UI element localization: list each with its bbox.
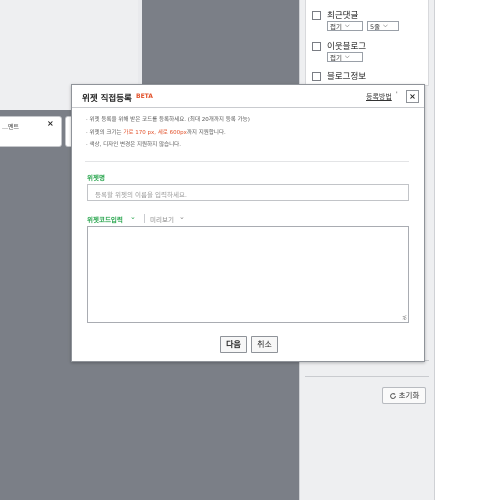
tab-preview[interactable]: 미리보기 [150, 214, 174, 224]
cancel-button[interactable]: 취소 [251, 336, 278, 353]
chevron-down-icon: ⌄ [179, 213, 185, 221]
close-icon[interactable]: × [406, 90, 419, 103]
reset-button[interactable]: 초기화 [382, 387, 426, 404]
recent-comments-lines-value: 5줄 [370, 23, 381, 31]
widget-checkbox-neighbor-blog[interactable] [312, 41, 321, 51]
refresh-icon [389, 392, 396, 399]
widget-label-blog-info: 블로그정보 [327, 72, 367, 82]
chevron-down-icon: ⌄ [130, 213, 136, 221]
panel-divider [305, 376, 429, 377]
neighbor-blog-fold-select[interactable]: 접기 ⌵ [327, 52, 363, 62]
note-item: · 색상, 디자인 변경은 지원하지 않습니다. [86, 142, 181, 148]
chevron-down-icon: ⌵ [344, 53, 350, 60]
widget-label-recent-comments: 최근댓글 [327, 11, 359, 21]
background-widget-card[interactable]: …멘트 × [0, 116, 62, 147]
chevron-down-icon: ⌵ [383, 22, 388, 29]
neighbor-blog-options: 접기 ⌵ [327, 52, 363, 62]
note-highlight: 가로 170 px, 세로 600px [123, 129, 187, 136]
widget-item-recent-comments: 최근댓글 [312, 9, 358, 21]
notes-list: · 위젯 등록을 위해 받은 코드를 등록하세요. (최대 20개까지 등록 가… [86, 115, 250, 153]
neighbor-blog-fold-value: 접기 [330, 54, 342, 62]
note-text: 색상, 디자인 변경은 지원하지 않습니다. [89, 142, 181, 148]
background-widget-label: …멘트 [2, 124, 20, 131]
note-item: · 위젯의 크기는 가로 170 px, 세로 600px까지 지원합니다. [86, 129, 226, 136]
note-text: 위젯 등록을 위해 받은 코드를 등록하세요. (최대 20개까지 등록 가능) [89, 117, 250, 123]
tab-code-input[interactable]: 위젯코드입력 [87, 214, 123, 224]
dialog-title: 위젯 직접등록 [82, 94, 132, 104]
widget-checkbox-blog-info[interactable] [312, 71, 321, 81]
next-button[interactable]: 다음 [220, 336, 247, 353]
page-margin [436, 0, 500, 500]
widget-item-blog-info: 블로그정보 [312, 70, 366, 82]
widget-item-neighbor-blog: 이웃블로그 [312, 40, 366, 52]
note-text: 위젯의 크기는 [89, 129, 124, 136]
background-widget-close-icon[interactable]: × [47, 119, 54, 128]
recent-comments-lines-select[interactable]: 5줄 ⌵ [367, 21, 399, 31]
resize-grip-icon[interactable]: ⋨ [402, 315, 407, 321]
note-text: 까지 지원합니다. [186, 129, 226, 136]
help-link[interactable]: 등록방법 [366, 92, 392, 102]
widget-label-neighbor-blog: 이웃블로그 [327, 42, 367, 52]
widget-name-input[interactable]: 등록할 위젯의 이름을 입력하세요. [87, 184, 409, 201]
widget-checkbox-recent-comments[interactable] [312, 10, 321, 20]
recent-comments-options: 접기 ⌵ 5줄 ⌵ [327, 21, 399, 31]
recent-comments-fold-select[interactable]: 접기 ⌵ [327, 21, 363, 31]
recent-comments-fold-value: 접기 [330, 23, 342, 31]
help-mark: ' [396, 91, 398, 98]
tab-separator [144, 214, 145, 223]
beta-badge: BETA [136, 93, 153, 100]
widget-register-dialog: 위젯 직접등록 BETA 등록방법 ' × · 위젯 등록을 위해 받은 코드를… [71, 84, 425, 362]
widget-name-label: 위젯명 [87, 174, 105, 182]
note-item: · 위젯 등록을 위해 받은 코드를 등록하세요. (최대 20개까지 등록 가… [86, 117, 250, 123]
chevron-down-icon: ⌵ [344, 22, 350, 29]
widget-code-textarea[interactable]: ⋨ [87, 226, 409, 323]
reset-label: 초기화 [398, 391, 420, 400]
dialog-header: 위젯 직접등록 BETA 등록방법 ' × [72, 85, 424, 108]
dialog-divider [85, 161, 409, 162]
